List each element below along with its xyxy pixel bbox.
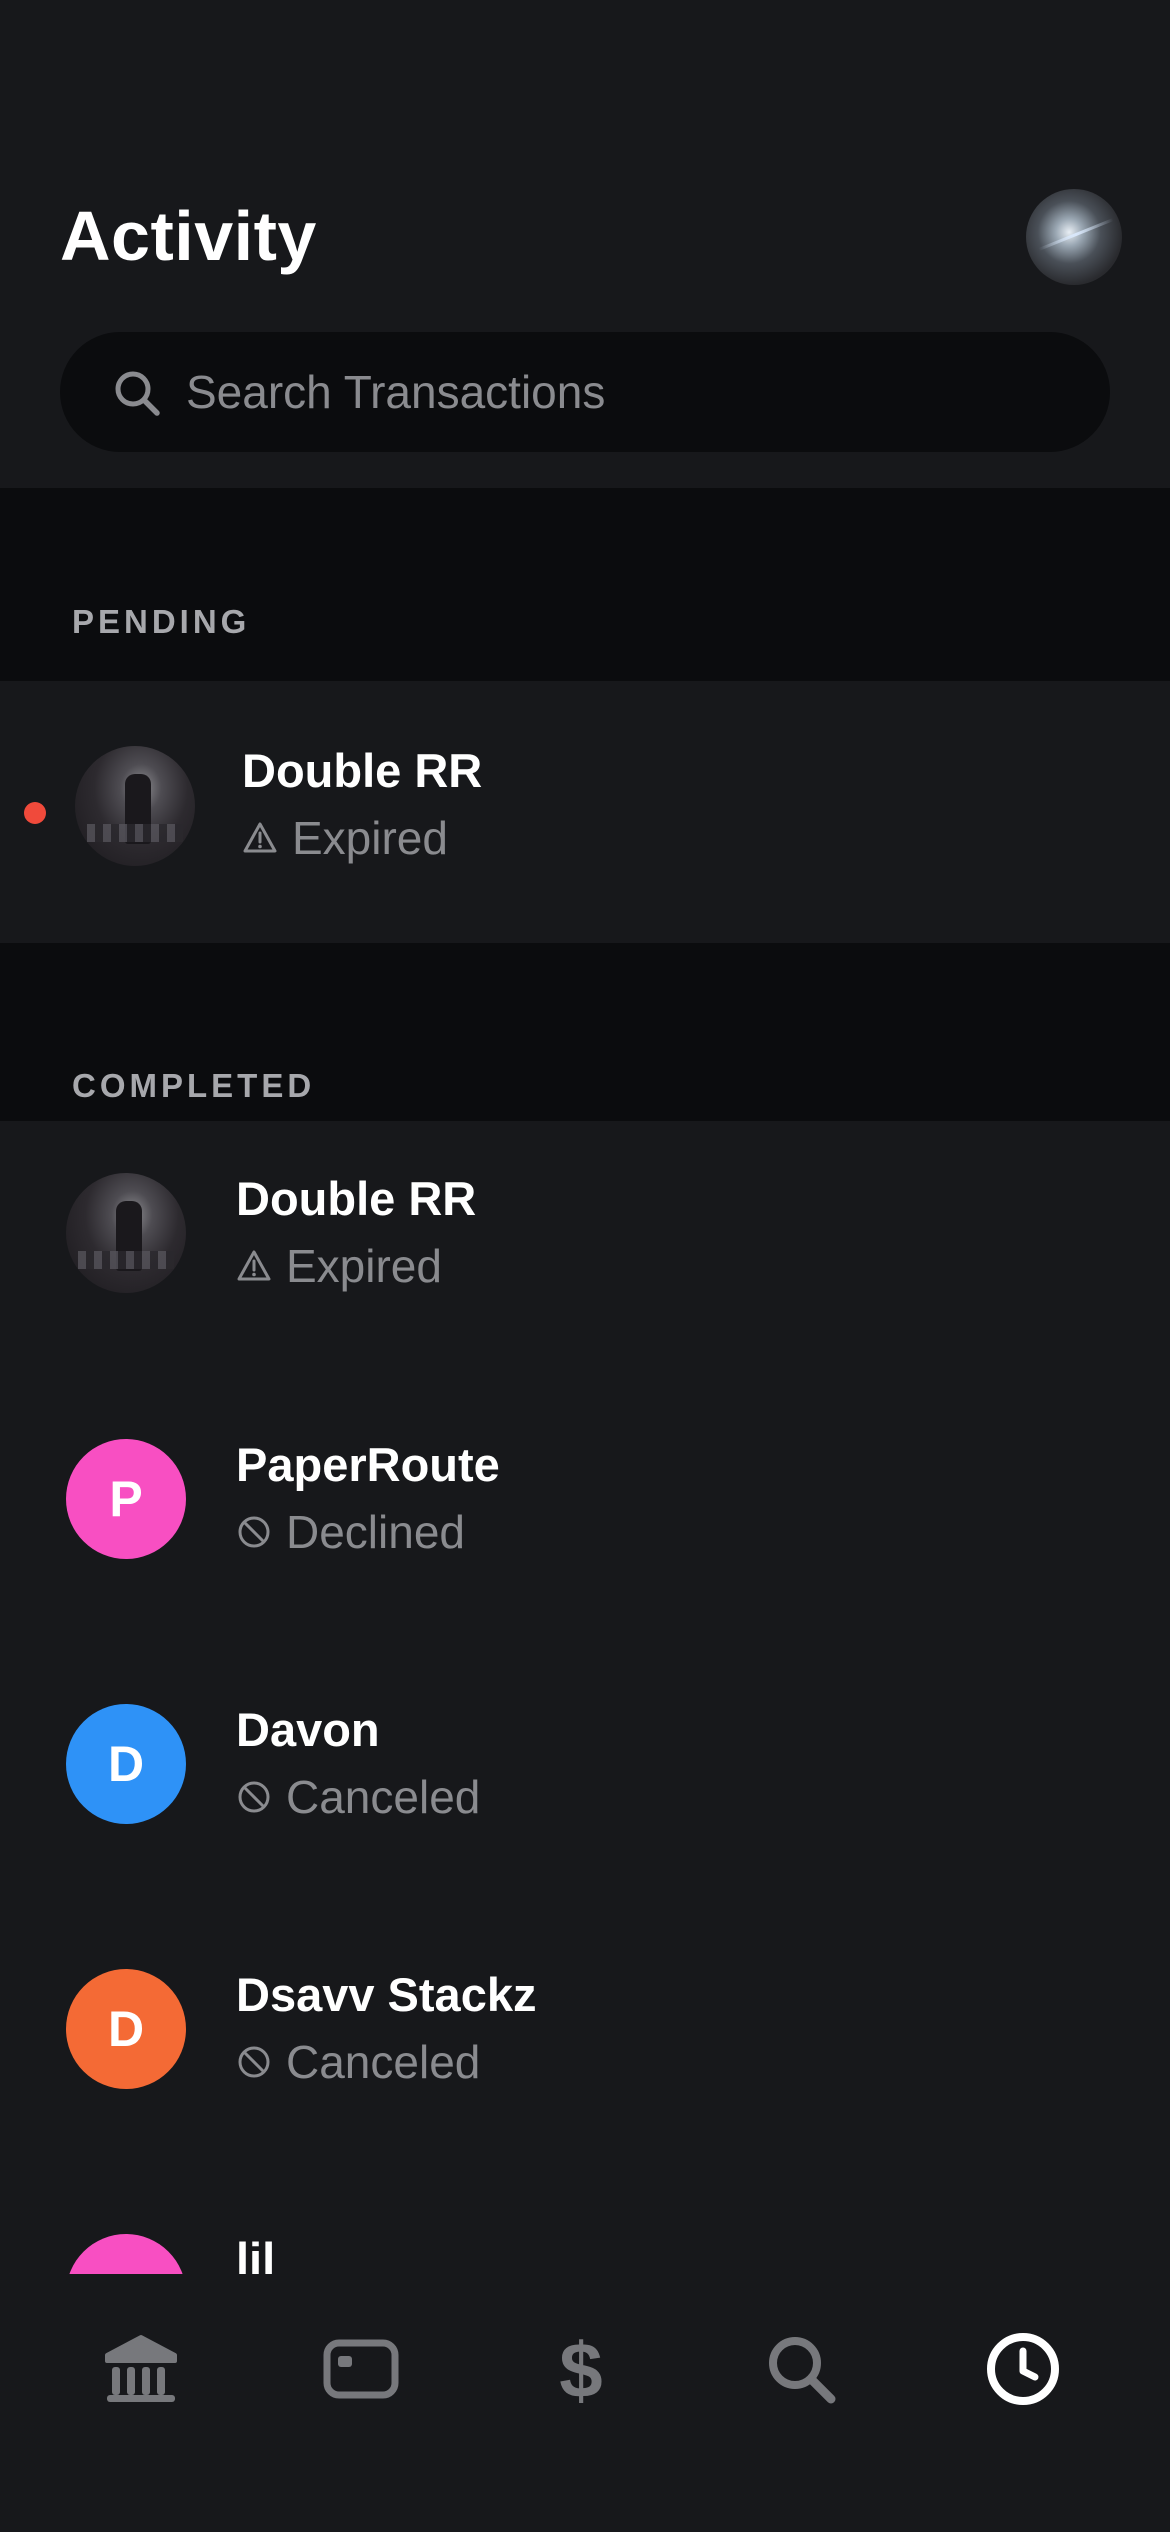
search-icon (769, 2337, 836, 2404)
avatar-initial: D (107, 1736, 145, 1792)
completed-transaction-row[interactable]: Double RR Expired (0, 1121, 1170, 1387)
search-input[interactable] (186, 332, 1066, 452)
warning-icon (243, 822, 277, 853)
search-bar[interactable] (60, 332, 1110, 452)
bottom-nav: $ (0, 2274, 1170, 2532)
dollar-icon: $ (559, 2329, 602, 2409)
nav-activity[interactable] (968, 2314, 1078, 2424)
unread-indicator (24, 802, 46, 824)
page-title: Activity (60, 197, 317, 275)
avatar (66, 1173, 186, 1293)
transaction-name: lil (236, 2233, 276, 2274)
avatar (66, 2234, 186, 2274)
pending-section-header: PENDING (0, 488, 1170, 681)
nav-money[interactable]: $ (526, 2314, 636, 2424)
warning-icon (237, 1250, 271, 1281)
nav-search[interactable] (746, 2314, 856, 2424)
transaction-name: Dsavv Stackz (236, 1968, 537, 2021)
pending-section-label: PENDING (72, 603, 251, 640)
avatar-initial: P (109, 1471, 143, 1527)
avatar: P (66, 1439, 186, 1559)
avatar (75, 746, 195, 866)
search-icon (115, 371, 160, 416)
transaction-name: Double RR (242, 744, 483, 797)
transaction-status: Canceled (236, 1770, 480, 1824)
avatar: D (66, 1704, 186, 1824)
nav-banking[interactable] (86, 2314, 196, 2424)
completed-transaction-row[interactable]: P PaperRoute Declined (0, 1387, 1170, 1652)
transaction-name: PaperRoute (236, 1438, 500, 1491)
blocked-icon (238, 2046, 270, 2078)
transaction-status-text: Expired (292, 812, 448, 864)
svg-text:$: $ (559, 2329, 602, 2409)
transaction-name: Davon (236, 1703, 380, 1756)
activity-clock-icon (987, 2333, 1059, 2405)
transaction-status: Expired (242, 811, 448, 865)
header: Activity (0, 0, 1170, 488)
completed-transaction-row[interactable]: D Dsavv Stackz Canceled (0, 1917, 1170, 2182)
blocked-icon (238, 1516, 270, 1548)
blocked-icon (238, 1781, 270, 1813)
transaction-status-text: Canceled (286, 1771, 481, 1823)
transaction-status: Canceled (236, 2035, 480, 2089)
transaction-status: Declined (236, 1505, 465, 1559)
nav-card[interactable] (306, 2314, 416, 2424)
avatar-initial: D (107, 2001, 145, 2057)
completed-transaction-row[interactable]: lil (0, 2182, 1170, 2274)
transaction-status-text: Expired (286, 1240, 442, 1292)
completed-section-label: COMPLETED (72, 1067, 316, 1104)
pending-transaction-row[interactable]: Double RR Expired (0, 681, 1170, 943)
completed-transaction-row[interactable]: D Davon Canceled (0, 1652, 1170, 1917)
card-icon (323, 2339, 399, 2399)
transaction-status-text: Canceled (286, 2036, 481, 2088)
transaction-name: Double RR (236, 1172, 477, 1225)
transaction-status-text: Declined (286, 1506, 465, 1558)
avatar: D (66, 1969, 186, 2089)
transaction-status: Expired (236, 1239, 442, 1293)
profile-avatar[interactable] (1026, 189, 1122, 285)
bank-icon (105, 2335, 177, 2402)
completed-section-header: COMPLETED (0, 943, 1170, 1121)
